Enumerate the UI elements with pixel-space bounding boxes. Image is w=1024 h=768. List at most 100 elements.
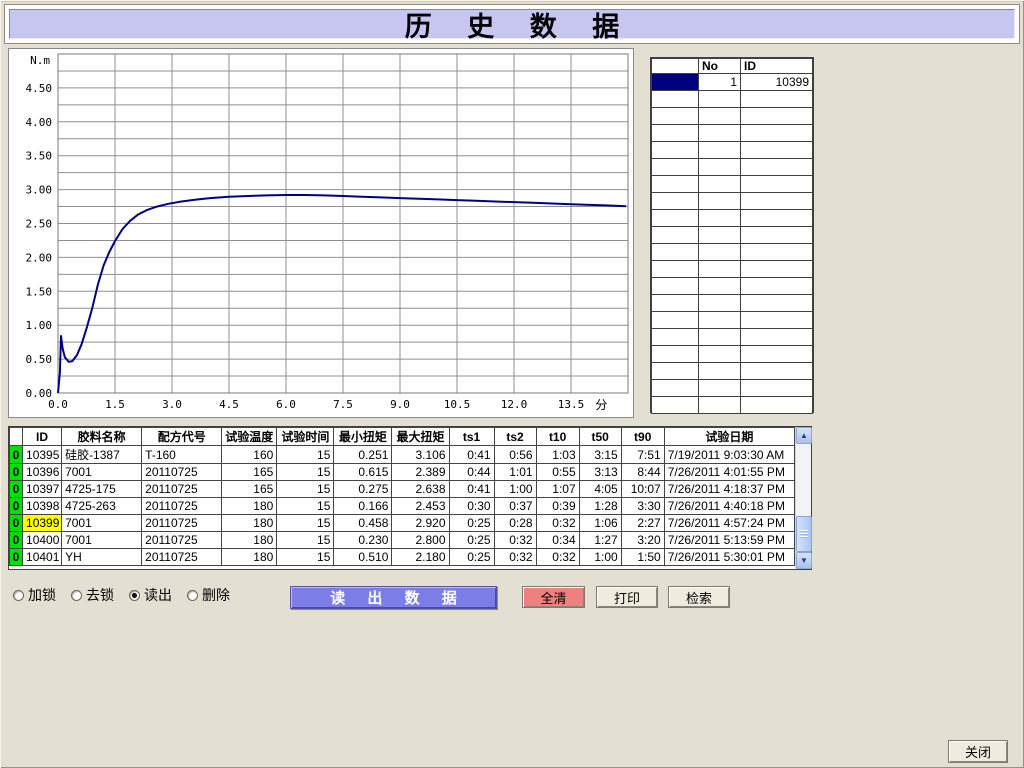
no-cell[interactable] <box>699 295 741 312</box>
cell-formula[interactable]: 20110725 <box>142 515 222 532</box>
scrollbar-thumb[interactable] <box>796 516 812 552</box>
row-selector-cell[interactable] <box>652 363 699 380</box>
clear-all-button[interactable]: 全清 <box>522 586 585 608</box>
record-select-row[interactable] <box>652 278 813 295</box>
cell-time[interactable]: 15 <box>277 446 334 464</box>
cell-t50[interactable]: 3:15 <box>579 446 621 464</box>
record-select-row[interactable] <box>652 108 813 125</box>
cell-max[interactable]: 3.106 <box>392 446 449 464</box>
cell-temp[interactable]: 180 <box>222 532 277 549</box>
no-cell[interactable] <box>699 329 741 346</box>
cell-time[interactable]: 15 <box>277 532 334 549</box>
id-cell[interactable] <box>741 363 813 380</box>
cell-t10[interactable]: 0:55 <box>536 464 579 481</box>
cell-t50[interactable]: 1:28 <box>579 498 621 515</box>
cell-max[interactable]: 2.180 <box>392 549 449 566</box>
record-select-row[interactable] <box>652 329 813 346</box>
row-selector-cell[interactable] <box>652 142 699 159</box>
record-select-row[interactable] <box>652 125 813 142</box>
cell-name[interactable]: 4725-263 <box>62 498 142 515</box>
radio-delete-circle[interactable] <box>187 590 198 601</box>
cell-ts1[interactable]: 0:25 <box>449 532 494 549</box>
no-cell[interactable] <box>699 210 741 227</box>
cell-date[interactable]: 7/26/2011 4:18:37 PM <box>664 481 794 498</box>
cell-ts1[interactable]: 0:41 <box>449 446 494 464</box>
no-cell[interactable] <box>699 261 741 278</box>
cell-formula[interactable]: T-160 <box>142 446 222 464</box>
row-selector-cell[interactable] <box>652 159 699 176</box>
row-marker-cell[interactable]: 0 <box>10 515 23 532</box>
cell-name[interactable]: YH <box>62 549 142 566</box>
row-selector-cell[interactable] <box>652 125 699 142</box>
row-selector-cell[interactable] <box>652 278 699 295</box>
row-selector-cell[interactable] <box>652 176 699 193</box>
cell-date[interactable]: 7/19/2011 9:03:30 AM <box>664 446 794 464</box>
close-button[interactable]: 关闭 <box>948 740 1008 763</box>
history-table-scrollbar[interactable]: ▲ ▼ <box>795 427 811 569</box>
no-cell[interactable] <box>699 108 741 125</box>
cell-id[interactable]: 10400 <box>23 532 62 549</box>
no-cell[interactable] <box>699 312 741 329</box>
cell-ts2[interactable]: 1:01 <box>494 464 536 481</box>
cell-id[interactable]: 10395 <box>23 446 62 464</box>
search-button[interactable]: 检索 <box>668 586 730 608</box>
cell-time[interactable]: 15 <box>277 515 334 532</box>
id-cell[interactable] <box>741 176 813 193</box>
cell-max[interactable]: 2.800 <box>392 532 449 549</box>
cell-min[interactable]: 0.230 <box>334 532 392 549</box>
cell-temp[interactable]: 160 <box>222 446 277 464</box>
cell-t50[interactable]: 4:05 <box>579 481 621 498</box>
cell-min[interactable]: 0.510 <box>334 549 392 566</box>
no-cell[interactable] <box>699 278 741 295</box>
record-select-row[interactable] <box>652 227 813 244</box>
cell-date[interactable]: 7/26/2011 5:13:59 PM <box>664 532 794 549</box>
cell-formula[interactable]: 20110725 <box>142 549 222 566</box>
record-select-row[interactable] <box>652 91 813 108</box>
cell-t50[interactable]: 3:13 <box>579 464 621 481</box>
cell-name[interactable]: 4725-175 <box>62 481 142 498</box>
history-table[interactable]: ID胶料名称配方代号试验温度试验时间最小扭矩最大扭矩ts1ts2t10t50t9… <box>9 427 795 566</box>
history-table-row[interactable]: 0103974725-17520110725165150.2752.6380:4… <box>10 481 795 498</box>
cell-t50[interactable]: 1:06 <box>579 515 621 532</box>
row-selector-cell[interactable] <box>652 244 699 261</box>
record-select-row[interactable] <box>652 193 813 210</box>
scroll-down-icon[interactable]: ▼ <box>796 552 812 569</box>
record-select-row[interactable] <box>652 244 813 261</box>
id-cell[interactable] <box>741 193 813 210</box>
radio-delete[interactable]: 删除 <box>187 585 230 605</box>
cell-ts1[interactable]: 0:44 <box>449 464 494 481</box>
cell-id[interactable]: 10399 <box>23 515 62 532</box>
radio-unlock-circle[interactable] <box>71 590 82 601</box>
no-cell[interactable] <box>699 125 741 142</box>
row-selector-cell[interactable] <box>652 108 699 125</box>
cell-temp[interactable]: 165 <box>222 481 277 498</box>
cell-ts1[interactable]: 0:25 <box>449 515 494 532</box>
cell-min[interactable]: 0.251 <box>334 446 392 464</box>
cell-min[interactable]: 0.166 <box>334 498 392 515</box>
radio-lock-circle[interactable] <box>13 590 24 601</box>
row-selector-cell[interactable] <box>652 261 699 278</box>
cell-ts2[interactable]: 0:37 <box>494 498 536 515</box>
cell-ts1[interactable]: 0:30 <box>449 498 494 515</box>
id-cell[interactable] <box>741 329 813 346</box>
row-selector-cell[interactable] <box>652 346 699 363</box>
cell-max[interactable]: 2.638 <box>392 481 449 498</box>
cell-time[interactable]: 15 <box>277 464 334 481</box>
history-table-row[interactable]: 010395硅胶-1387T-160160150.2513.1060:410:5… <box>10 446 795 464</box>
no-cell[interactable] <box>699 159 741 176</box>
id-cell[interactable] <box>741 380 813 397</box>
cell-t90[interactable]: 7:51 <box>621 446 664 464</box>
cell-id[interactable]: 10398 <box>23 498 62 515</box>
cell-id[interactable]: 10397 <box>23 481 62 498</box>
row-marker-cell[interactable]: 0 <box>10 498 23 515</box>
cell-name[interactable]: 硅胶-1387 <box>62 446 142 464</box>
history-table-row[interactable]: 0103984725-26320110725180150.1662.4530:3… <box>10 498 795 515</box>
cell-formula[interactable]: 20110725 <box>142 481 222 498</box>
cell-t50[interactable]: 1:27 <box>579 532 621 549</box>
cell-ts2[interactable]: 1:00 <box>494 481 536 498</box>
record-select-row[interactable] <box>652 261 813 278</box>
record-select-row[interactable] <box>652 210 813 227</box>
cell-temp[interactable]: 180 <box>222 498 277 515</box>
cell-time[interactable]: 15 <box>277 498 334 515</box>
record-select-row[interactable]: 110399 <box>652 74 813 91</box>
